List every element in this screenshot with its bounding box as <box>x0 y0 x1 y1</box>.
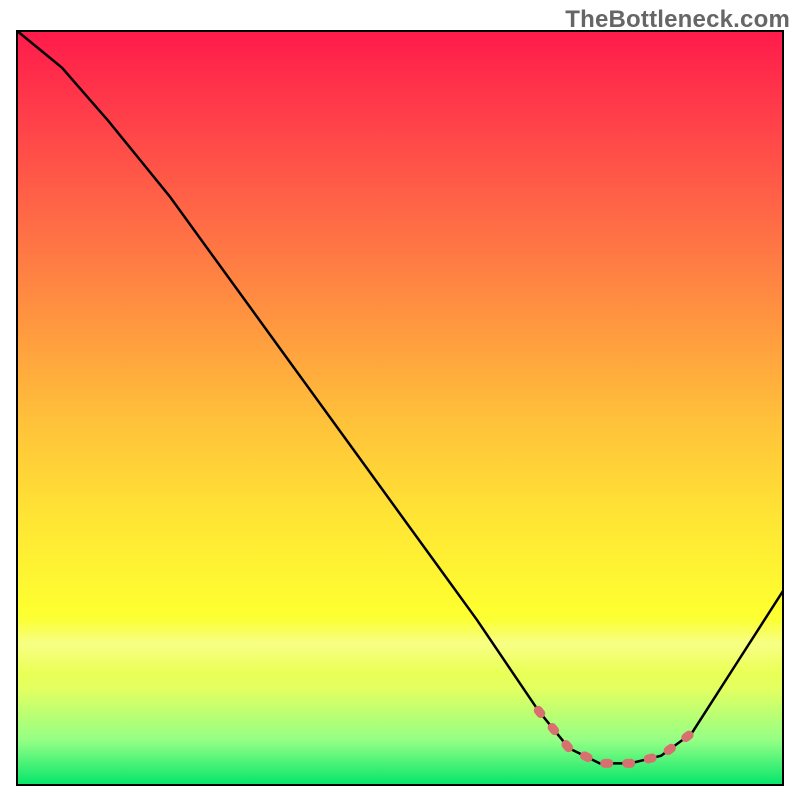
curve-svg <box>16 30 784 786</box>
main-curve-path <box>16 30 784 763</box>
plot-area <box>16 30 784 786</box>
chart-container: TheBottleneck.com <box>0 0 800 800</box>
